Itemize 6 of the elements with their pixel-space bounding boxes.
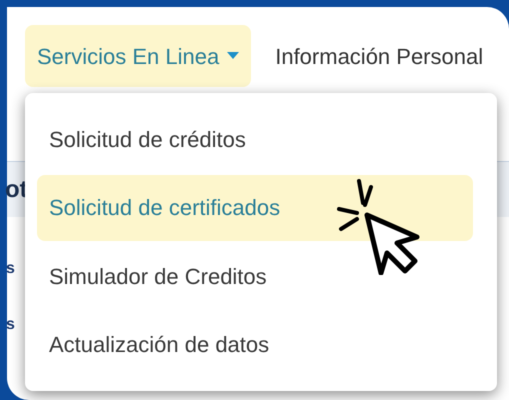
menu-item[interactable]: Solicitud de créditos	[37, 106, 485, 172]
menu-item[interactable]: Simulador de Creditos	[37, 243, 485, 310]
nav-tab[interactable]: Información Personal	[263, 25, 496, 87]
menu-item[interactable]: Solicitud de certificados	[37, 174, 473, 241]
menu-item[interactable]: Actualización de datos	[37, 312, 485, 378]
nav-tab[interactable]: Servicios En Linea	[25, 25, 252, 87]
